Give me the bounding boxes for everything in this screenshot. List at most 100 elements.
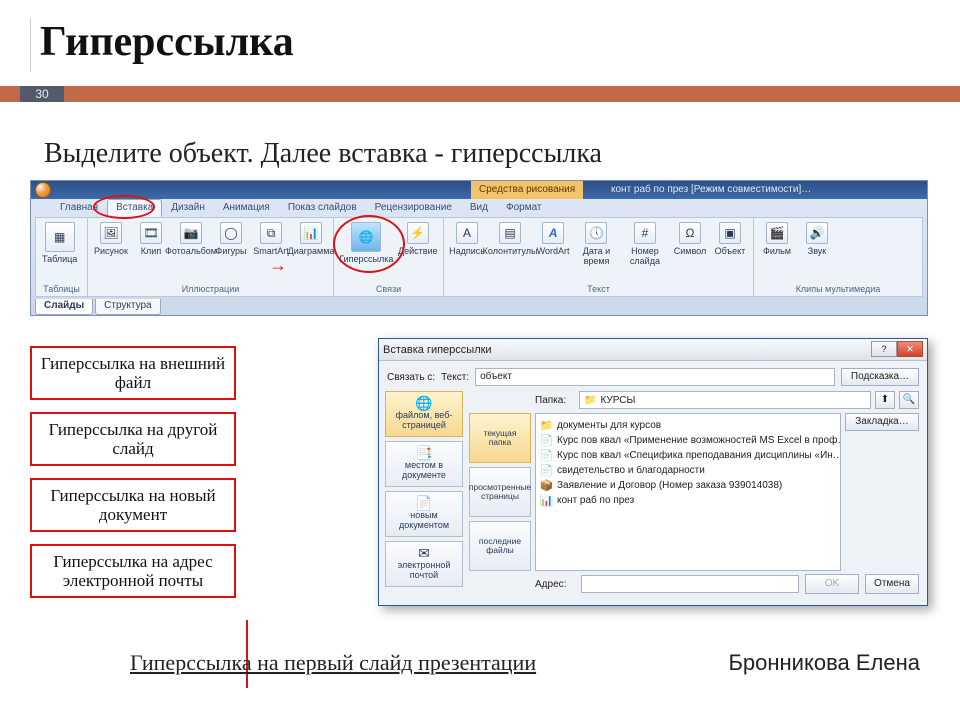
bookmark-icon: 📑: [415, 448, 432, 458]
datetime-icon: 🕔: [585, 222, 607, 244]
instruction-text: Выделите объект. Далее вставка - гиперсс…: [44, 138, 602, 170]
headerfooter-icon: ▤: [499, 222, 521, 244]
list-item[interactable]: 📄Курс пов квал «Специфика преподавания д…: [540, 448, 836, 463]
ribbon-smartart-button[interactable]: ⧉SmartArt: [254, 222, 288, 256]
page-number: 30: [20, 86, 64, 102]
box-new-document: Гиперссылка на новый документ: [30, 478, 236, 532]
word-doc-icon: 📄: [540, 464, 553, 477]
powerpoint-ribbon: Средства рисования конт раб по през [Реж…: [30, 180, 928, 316]
dialog-titlebar[interactable]: Вставка гиперссылки ? ✕: [379, 339, 927, 361]
shapes-icon: ◯: [220, 222, 242, 244]
scope-current-folder[interactable]: текущая папка: [469, 413, 531, 463]
linkto-email[interactable]: ✉электронной почтой: [385, 541, 463, 587]
ribbon-movie-button[interactable]: 🎬Фильм: [760, 222, 794, 256]
box-other-slide: Гиперссылка на другой слайд: [30, 412, 236, 466]
list-item[interactable]: 📄Курс пов квал «Применение возможностей …: [540, 433, 836, 448]
dialog-close-button[interactable]: ✕: [897, 341, 923, 357]
ok-button[interactable]: OK: [805, 574, 859, 594]
folder-icon: 📁: [584, 395, 596, 406]
dialog-help-button[interactable]: ?: [871, 341, 897, 357]
tab-design[interactable]: Дизайн: [162, 199, 214, 217]
group-media-label: Клипы мультимедиа: [760, 284, 916, 294]
decorative-divider: [30, 18, 31, 72]
ribbon-shapes-button[interactable]: ◯Фигуры: [214, 222, 248, 256]
ribbon-textbox-button[interactable]: AНадпись: [450, 222, 484, 256]
office-orb-icon[interactable]: [35, 182, 51, 198]
folder-icon: 📁: [540, 419, 553, 432]
panel-tab-slides[interactable]: Слайды: [35, 299, 93, 315]
ribbon-clip-button[interactable]: 🎞Клип: [134, 222, 168, 256]
list-item[interactable]: 📄свидетельство и благодарности: [540, 463, 836, 478]
ribbon-object-button[interactable]: ▣Объект: [713, 222, 747, 256]
tab-review[interactable]: Рецензирование: [366, 199, 461, 217]
ribbon-action-button[interactable]: ⚡Действие: [399, 222, 437, 256]
slide-hyperlink-sample[interactable]: Гиперссылка на первый слайд презентации: [130, 650, 536, 676]
textbox-icon: A: [456, 222, 478, 244]
ribbon-hyperlink-button[interactable]: 🌐Гиперссылка: [340, 222, 393, 264]
movie-icon: 🎬: [766, 222, 788, 244]
folder-label: Папка:: [535, 395, 575, 406]
address-field[interactable]: [581, 575, 799, 593]
linkto-place-in-doc[interactable]: 📑местом в документе: [385, 441, 463, 487]
symbol-icon: Ω: [679, 222, 701, 244]
ribbon-symbol-button[interactable]: ΩСимвол: [673, 222, 707, 256]
nav-browse-button[interactable]: 🔍: [899, 391, 919, 409]
nav-up-button[interactable]: ⬆: [875, 391, 895, 409]
document-title: конт раб по през [Режим совместимости]…: [611, 181, 811, 199]
clip-icon: 🎞: [140, 222, 162, 244]
tab-home[interactable]: Главная: [51, 199, 107, 217]
box-external-file: Гиперссылка на внешний файл: [30, 346, 236, 400]
browse-scope-list: текущая папка просмотренные страницы пос…: [469, 413, 531, 571]
linkto-file-web[interactable]: 🌐файлом, веб-страницей: [385, 391, 463, 437]
tab-animation[interactable]: Анимация: [214, 199, 279, 217]
list-item[interactable]: 📁документы для курсов: [540, 418, 836, 433]
tab-slideshow[interactable]: Показ слайдов: [279, 199, 366, 217]
slidenum-icon: #: [634, 222, 656, 244]
file-list[interactable]: 📁документы для курсов 📄Курс пов квал «Пр…: [535, 413, 841, 571]
list-item[interactable]: 📦Заявление и Договор (Номер заказа 93901…: [540, 478, 836, 493]
linkto-label: Связать с:: [387, 372, 435, 383]
author-name: Бронникова Елена: [728, 650, 920, 676]
tab-view[interactable]: Вид: [461, 199, 497, 217]
text-field[interactable]: объект: [475, 368, 835, 386]
scope-browsed-pages[interactable]: просмотренные страницы: [469, 467, 531, 517]
ribbon-tabs: Главная Вставка Дизайн Анимация Показ сл…: [51, 199, 551, 217]
tab-format[interactable]: Формат: [497, 199, 551, 217]
object-icon: ▣: [719, 222, 741, 244]
ribbon-wordart-button[interactable]: AWordArt: [536, 222, 570, 256]
wordart-icon: A: [542, 222, 564, 244]
scope-recent-files[interactable]: последние файлы: [469, 521, 531, 571]
group-illustrations-label: Иллюстрации: [94, 284, 327, 294]
ribbon-datetime-button[interactable]: 🕔Дата и время: [576, 222, 617, 266]
picture-icon: 🖼: [100, 222, 122, 244]
group-tables-label: Таблицы: [42, 284, 81, 294]
ribbon-headerfooter-button[interactable]: ▤Колонтитулы: [490, 222, 530, 256]
ppt-icon: 📊: [540, 494, 553, 507]
ribbon-table-button[interactable]: ▦Таблица: [42, 222, 77, 264]
group-text-label: Текст: [450, 284, 747, 294]
ribbon-sound-button[interactable]: 🔊Звук: [800, 222, 834, 256]
word-doc-icon: 📄: [540, 434, 553, 447]
list-item[interactable]: 📊конт раб по през: [540, 493, 836, 508]
folder-select[interactable]: 📁КУРСЫ: [579, 391, 871, 409]
ribbon-picture-button[interactable]: 🖼Рисунок: [94, 222, 128, 256]
tab-insert[interactable]: Вставка: [107, 199, 162, 217]
sound-icon: 🔊: [806, 222, 828, 244]
context-tab-label: Средства рисования: [471, 181, 583, 199]
hyperlink-type-boxes: Гиперссылка на внешний файл Гиперссылка …: [30, 346, 236, 610]
linkto-new-doc[interactable]: 📄новым документом: [385, 491, 463, 537]
page-title: Гиперссылка: [40, 18, 932, 66]
bookmark-button[interactable]: Закладка…: [845, 413, 919, 431]
ribbon-slidenum-button[interactable]: #Номер слайда: [623, 222, 667, 266]
address-label: Адрес:: [535, 579, 575, 590]
hint-button[interactable]: Подсказка…: [841, 368, 919, 386]
panel-tab-outline[interactable]: Структура: [95, 299, 160, 315]
action-icon: ⚡: [407, 222, 429, 244]
globe-file-icon: 🌐: [415, 398, 432, 408]
hyperlink-icon: 🌐: [351, 222, 381, 252]
cancel-button[interactable]: Отмена: [865, 574, 919, 594]
chart-icon: 📊: [300, 222, 322, 244]
ribbon-photoalbum-button[interactable]: 📷Фотоальбом: [174, 222, 208, 256]
new-doc-icon: 📄: [415, 498, 432, 508]
ribbon-chart-button[interactable]: 📊Диаграмма: [294, 222, 328, 256]
